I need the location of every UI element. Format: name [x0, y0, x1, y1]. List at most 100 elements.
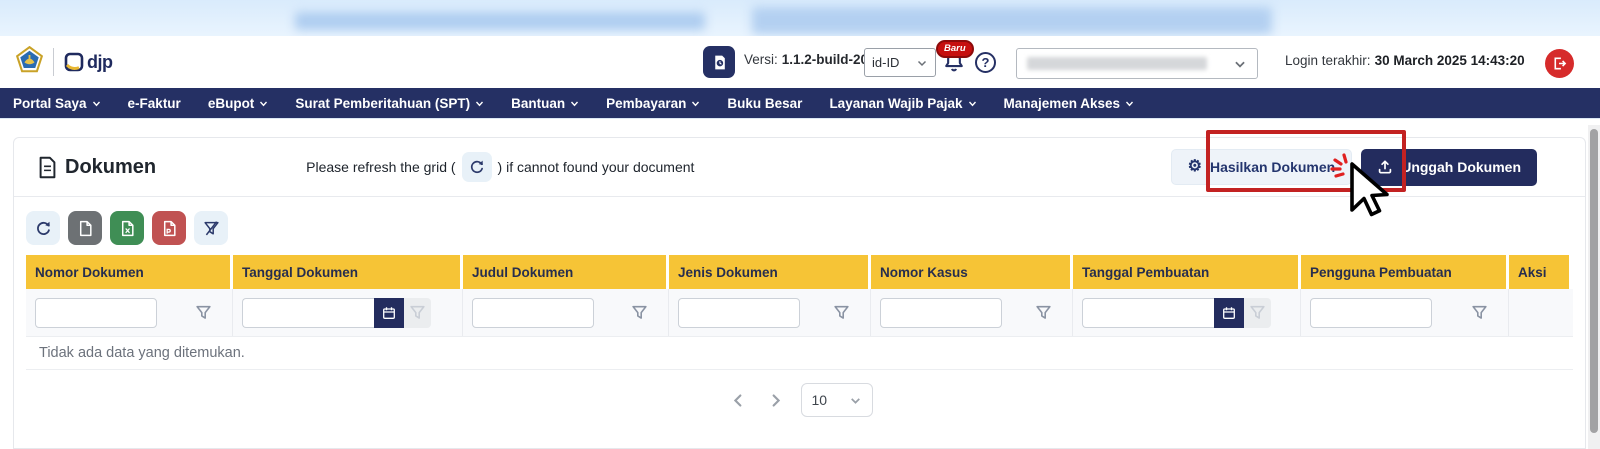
nav-item-layanan-wajib-pajak[interactable]: Layanan Wajib Pajak	[829, 96, 976, 111]
filter-menu-disabled-tanggal-pembuatan	[1244, 298, 1271, 328]
upload-document-label: Unggah Dokumen	[1401, 159, 1521, 175]
filter-cell-judul-dokumen	[463, 289, 669, 336]
refresh-icon	[35, 220, 52, 237]
user-account-select[interactable]	[1016, 48, 1258, 79]
locale-value: id-ID	[872, 55, 899, 70]
nav-item-manajemen-akses[interactable]: Manajemen Akses	[1004, 96, 1135, 111]
calendar-button-tanggal-pembuatan[interactable]	[1214, 298, 1244, 328]
column-header-judul-dokumen[interactable]: Judul Dokumen	[463, 255, 669, 289]
refresh-icon	[469, 159, 485, 175]
logo-divider	[53, 48, 54, 76]
chevron-right-icon	[768, 393, 783, 408]
page-size-value: 10	[812, 392, 828, 408]
column-header-jenis-dokumen[interactable]: Jenis Dokumen	[669, 255, 871, 289]
toolbar-refresh-button[interactable]	[26, 211, 60, 245]
generate-document-label: Hasilkan Dokumen	[1210, 159, 1335, 175]
nav-item-surat-pemberitahuan-spt[interactable]: Surat Pemberitahuan (SPT)	[295, 96, 484, 111]
chevron-down-icon	[92, 99, 101, 108]
filter-icon	[409, 304, 426, 321]
notifications[interactable]: Baru	[942, 50, 970, 78]
calendar-button-tanggal-dokumen[interactable]	[374, 298, 404, 328]
generate-document-button[interactable]: ⚙ Hasilkan Dokumen	[1171, 149, 1353, 185]
previous-page-button[interactable]	[727, 389, 750, 412]
column-header-tanggal-pembuatan[interactable]: Tanggal Pembuatan	[1073, 255, 1301, 289]
nav-item-pembayaran[interactable]: Pembayaran	[606, 96, 700, 111]
chevron-down-icon	[968, 99, 977, 108]
export-pdf-button[interactable]	[152, 211, 186, 245]
nav-item-bantuan[interactable]: Bantuan	[511, 96, 579, 111]
calendar-icon	[1222, 306, 1236, 320]
filter-cell-pengguna-pembuatan	[1301, 289, 1509, 336]
hint-prefix: Please refresh the grid (	[306, 159, 455, 175]
chevron-down-icon	[849, 394, 862, 407]
brand-logos: djp	[16, 36, 113, 88]
history-button[interactable]	[703, 46, 735, 78]
nav-item-label: Bantuan	[511, 96, 565, 111]
last-login-value: 30 March 2025 14:43:20	[1375, 53, 1525, 68]
filter-input-tanggal-pembuatan[interactable]	[1082, 298, 1214, 328]
column-header-aksi[interactable]: Aksi	[1509, 255, 1569, 289]
filter-menu-button-jenis-dokumen[interactable]	[833, 304, 850, 321]
filter-input-judul-dokumen[interactable]	[472, 298, 594, 328]
nav-item-e-faktur[interactable]: e-Faktur	[128, 96, 181, 111]
chevron-down-icon	[570, 99, 579, 108]
filter-icon	[1249, 304, 1266, 321]
filter-cell-aksi	[1509, 289, 1569, 336]
column-header-nomor-kasus[interactable]: Nomor Kasus	[871, 255, 1073, 289]
next-page-button[interactable]	[764, 389, 787, 412]
filter-menu-button-nomor-dokumen[interactable]	[195, 304, 212, 321]
document-icon	[38, 156, 57, 179]
nav-item-label: Surat Pemberitahuan (SPT)	[295, 96, 470, 111]
chevron-left-icon	[731, 393, 746, 408]
help-button[interactable]: ?	[975, 52, 996, 73]
logout-button[interactable]	[1545, 49, 1574, 78]
filter-menu-button-nomor-kasus[interactable]	[1035, 304, 1052, 321]
page: djp Versi:1.1.2-build-2017 id-ID Baru ?	[0, 0, 1600, 449]
grid-toolbar	[14, 197, 1585, 245]
filter-cell-tanggal-pembuatan	[1073, 289, 1301, 336]
column-header-pengguna-pembuatan[interactable]: Pengguna Pembuatan	[1301, 255, 1509, 289]
last-login-text: Login terakhir: 30 March 2025 14:43:20	[1285, 53, 1525, 68]
file-icon	[77, 220, 94, 237]
nav-item-label: eBupot	[208, 96, 255, 111]
dokumen-card: Dokumen Please refresh the grid ( ) if c…	[13, 137, 1586, 449]
chevron-down-icon	[691, 99, 700, 108]
filter-input-nomor-kasus[interactable]	[880, 298, 1002, 328]
page-title: Dokumen	[65, 156, 156, 179]
clear-filters-button[interactable]	[194, 211, 228, 245]
filter-input-jenis-dokumen[interactable]	[678, 298, 800, 328]
app-header: djp Versi:1.1.2-build-2017 id-ID Baru ?	[0, 36, 1600, 88]
column-header-tanggal-dokumen[interactable]: Tanggal Dokumen	[233, 255, 463, 289]
hint-suffix: ) if cannot found your document	[498, 159, 695, 175]
main-nav: Portal Saya e-Faktur eBupot Surat Pemberita…	[0, 88, 1600, 119]
refresh-grid-button[interactable]	[462, 152, 492, 182]
upload-icon	[1377, 159, 1393, 175]
last-login-label: Login terakhir:	[1285, 53, 1371, 68]
chevron-down-icon	[259, 99, 268, 108]
filter-clear-icon	[203, 220, 220, 237]
refresh-hint: Please refresh the grid ( ) if cannot fo…	[306, 152, 694, 182]
page-size-select[interactable]: 10	[801, 383, 873, 417]
empty-state-message: Tidak ada data yang ditemukan.	[26, 337, 1573, 370]
filter-input-pengguna-pembuatan[interactable]	[1310, 298, 1432, 328]
nav-item-ebupot[interactable]: eBupot	[208, 96, 269, 111]
filter-input-tanggal-dokumen[interactable]	[242, 298, 374, 328]
filter-icon	[833, 304, 850, 321]
filter-menu-button-pengguna-pembuatan[interactable]	[1471, 304, 1488, 321]
nav-item-buku-besar[interactable]: Buku Besar	[727, 96, 802, 111]
column-header-nomor-dokumen[interactable]: Nomor Dokumen	[26, 255, 233, 289]
filter-input-nomor-dokumen[interactable]	[35, 298, 157, 328]
upload-document-button[interactable]: Unggah Dokumen	[1361, 149, 1537, 186]
filter-menu-button-judul-dokumen[interactable]	[631, 304, 648, 321]
kemenkeu-logo-icon	[16, 46, 43, 78]
export-excel-button[interactable]	[110, 211, 144, 245]
locale-select[interactable]: id-ID	[864, 48, 936, 77]
nav-item-label: Buku Besar	[727, 96, 802, 111]
documents-grid: Nomor DokumenTanggal DokumenJudul Dokume…	[26, 255, 1573, 417]
export-csv-button[interactable]	[68, 211, 102, 245]
pdf-file-icon	[161, 220, 178, 237]
nav-item-portal-saya[interactable]: Portal Saya	[13, 96, 101, 111]
vertical-scrollbar[interactable]	[1588, 125, 1600, 449]
filter-icon	[195, 304, 212, 321]
scrollbar-thumb[interactable]	[1590, 129, 1598, 433]
